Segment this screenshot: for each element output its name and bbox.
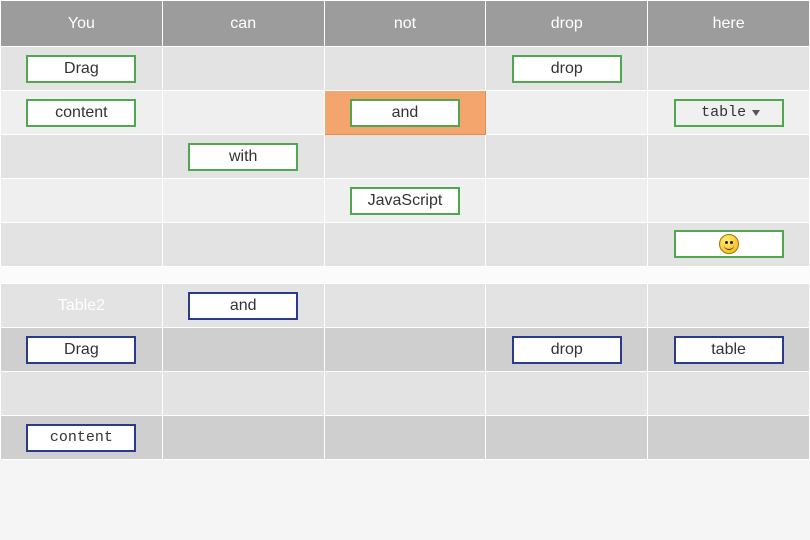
table-row: JavaScript <box>1 179 810 223</box>
drop-cell[interactable] <box>486 416 648 460</box>
drop-cell[interactable]: drop <box>486 47 648 91</box>
chevron-down-icon <box>752 110 760 116</box>
table1-header-cell: You <box>1 1 163 47</box>
drop-cell[interactable] <box>486 284 648 328</box>
drop-cell[interactable] <box>648 135 810 179</box>
drop-cell[interactable] <box>324 47 486 91</box>
smiley-icon <box>719 234 739 254</box>
drop-cell[interactable] <box>1 179 163 223</box>
drag-drop-table-1: You can not drop here Drag drop content … <box>0 0 810 267</box>
drop-cell[interactable]: Drag <box>1 47 163 91</box>
drag-item-and[interactable]: and <box>350 99 460 127</box>
drop-cell[interactable]: content <box>1 416 163 460</box>
table-row: content <box>1 416 810 460</box>
table1-header-cell: can <box>162 1 324 47</box>
drag-item-drop-2[interactable]: drop <box>512 336 622 364</box>
table-row: Drag drop table <box>1 328 810 372</box>
drop-cell[interactable]: and <box>162 284 324 328</box>
header-label: drop <box>551 15 583 32</box>
table-row: Drag drop <box>1 47 810 91</box>
drop-cell[interactable] <box>324 284 486 328</box>
table1-header-cell: not <box>324 1 486 47</box>
table-row: content and table <box>1 91 810 135</box>
table-separator <box>0 267 810 283</box>
table-row: with <box>1 135 810 179</box>
drop-cell[interactable]: drop <box>486 328 648 372</box>
table-select-dropdown[interactable]: table <box>674 99 784 127</box>
table-row <box>1 223 810 267</box>
drop-cell[interactable] <box>648 416 810 460</box>
drop-cell[interactable] <box>324 223 486 267</box>
drop-cell[interactable] <box>486 372 648 416</box>
drag-item-drag-2[interactable]: Drag <box>26 336 136 364</box>
drop-cell[interactable]: with <box>162 135 324 179</box>
drop-cell[interactable] <box>162 47 324 91</box>
drop-cell[interactable] <box>648 372 810 416</box>
drop-cell[interactable] <box>1 135 163 179</box>
drop-cell[interactable] <box>486 91 648 135</box>
table2-header-cell: Table2 <box>1 284 163 328</box>
table1-header-row: You can not drop here <box>1 1 810 47</box>
drag-item-table-2[interactable]: table <box>674 336 784 364</box>
table1-header-cell: here <box>648 1 810 47</box>
drop-cell[interactable] <box>162 223 324 267</box>
drop-cell[interactable]: Drag <box>1 328 163 372</box>
drop-cell[interactable] <box>486 179 648 223</box>
drop-cell[interactable] <box>324 135 486 179</box>
header-label: You <box>68 15 95 32</box>
drop-cell[interactable] <box>486 223 648 267</box>
drop-cell[interactable] <box>648 179 810 223</box>
header-label: here <box>713 15 745 32</box>
drag-item-smiley[interactable] <box>674 230 784 258</box>
drop-cell[interactable]: JavaScript <box>324 179 486 223</box>
drop-cell[interactable] <box>486 135 648 179</box>
drop-cell[interactable]: table <box>648 91 810 135</box>
table-row: Table2 and <box>1 284 810 328</box>
drop-cell[interactable] <box>324 328 486 372</box>
dropdown-label: table <box>701 104 746 121</box>
drop-cell[interactable] <box>1 223 163 267</box>
drop-cell[interactable] <box>1 372 163 416</box>
drop-cell[interactable] <box>648 47 810 91</box>
drop-cell[interactable] <box>162 372 324 416</box>
drag-item-content[interactable]: content <box>26 99 136 127</box>
drag-item-and-2[interactable]: and <box>188 292 298 320</box>
drag-item-drag[interactable]: Drag <box>26 55 136 83</box>
table2-title: Table2 <box>58 297 105 314</box>
table1-header-cell: drop <box>486 1 648 47</box>
drop-cell[interactable] <box>648 223 810 267</box>
drop-cell[interactable] <box>324 372 486 416</box>
drop-cell[interactable] <box>162 179 324 223</box>
drag-item-drop[interactable]: drop <box>512 55 622 83</box>
header-label: not <box>394 15 416 32</box>
drop-cell[interactable] <box>648 284 810 328</box>
header-label: can <box>230 15 256 32</box>
drag-item-content-2[interactable]: content <box>26 424 136 452</box>
drop-cell[interactable] <box>162 328 324 372</box>
drop-cell[interactable] <box>162 416 324 460</box>
drag-drop-table-2: Table2 and Drag drop table content <box>0 283 810 460</box>
drag-item-with[interactable]: with <box>188 143 298 171</box>
drop-cell[interactable]: table <box>648 328 810 372</box>
table-row <box>1 372 810 416</box>
active-drop-cell[interactable]: and <box>324 91 486 135</box>
drop-cell[interactable] <box>162 91 324 135</box>
drop-cell[interactable]: content <box>1 91 163 135</box>
drag-item-javascript[interactable]: JavaScript <box>350 187 460 215</box>
drop-cell[interactable] <box>324 416 486 460</box>
